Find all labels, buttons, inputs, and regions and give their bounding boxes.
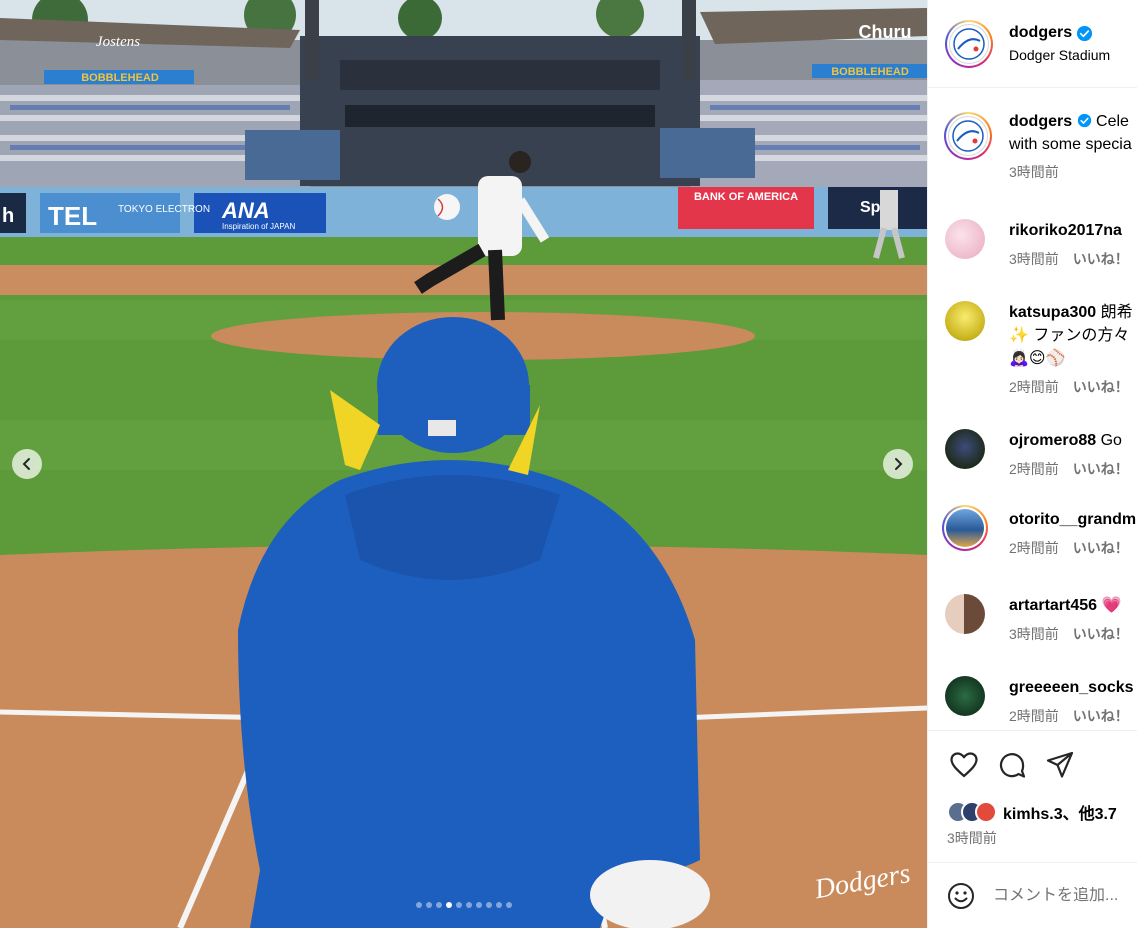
comment-like-button[interactable]: いいね！ [1073, 626, 1129, 642]
post-actions: kimhs.3、他3.7 3時間前 [928, 730, 1137, 862]
carousel-dot [495, 902, 502, 908]
chevron-right-icon [895, 458, 903, 470]
commenter-avatar[interactable] [945, 429, 985, 469]
paper-plane-icon [1046, 751, 1074, 778]
comment-item: katsupa300 朗希 ✨ ファンの方々 🙇🏻‍♀️😊⚾ 2時間前 いいね！ [945, 301, 1133, 399]
sports-sign: Sp [860, 199, 881, 216]
carousel-dot [455, 902, 462, 908]
carousel-dot [485, 902, 492, 908]
comment-text-line2: ✨ ファンの方々 [1009, 327, 1130, 344]
comment-text-line3: 🙇🏻‍♀️😊⚾ [1009, 350, 1066, 367]
jostens-sign: Jostens [96, 34, 140, 50]
comment-time[interactable]: 2時間前 [1009, 708, 1059, 724]
comment-like-button[interactable]: いいね！ [1073, 461, 1129, 477]
comment-item: ojromero88 Go 2時間前 いいね！ [945, 429, 1129, 481]
add-comment-bar [928, 862, 1137, 928]
post-header: dodgers Dodger Stadium [928, 0, 1137, 88]
caption-text: Cele [1096, 113, 1129, 130]
comment-item: otorito__grandm 2時間前 いいね！ [942, 505, 1136, 560]
comment-username[interactable]: artartart456 [1009, 597, 1097, 614]
comment-item: greeeeen_socks 2時間前 いいね！ [945, 676, 1134, 728]
carousel-dot [505, 902, 512, 908]
caption-text-line2: with some specia [1009, 136, 1132, 153]
bobblehead-banner-left: BOBBLEHEAD [81, 72, 159, 84]
carousel-dot [415, 902, 422, 908]
carousel-prev-button[interactable] [12, 449, 42, 479]
tokyo-electron-sign: TOKYO ELECTRON [118, 204, 210, 215]
comment-username[interactable]: greeeeen_socks [1009, 679, 1134, 696]
comment-time[interactable]: 3時間前 [1009, 626, 1059, 642]
left-edge-sign-text: h [2, 205, 14, 227]
comment-like-button[interactable]: いいね！ [1073, 379, 1129, 395]
commenter-avatar[interactable] [945, 301, 985, 341]
commenter-avatar[interactable] [945, 594, 985, 634]
comment-time[interactable]: 3時間前 [1009, 251, 1059, 267]
comment-text: Go [1100, 432, 1122, 449]
avatar[interactable] [945, 19, 993, 68]
carousel-dot [435, 902, 442, 908]
dodgers-logo-icon [952, 120, 984, 152]
verified-badge-icon [1077, 25, 1093, 41]
carousel-dot [465, 902, 472, 908]
speech-bubble-icon [999, 753, 1026, 778]
heart-icon [950, 752, 978, 778]
like-button[interactable] [947, 748, 981, 782]
post-username[interactable]: dodgers [1009, 24, 1072, 42]
post-photo: Jostens BOBBLEHEAD BOBBLEHEAD Churu h TE… [0, 0, 927, 928]
carousel-indicator [0, 902, 927, 908]
comment-button[interactable] [995, 748, 1029, 782]
comment-time[interactable]: 2時間前 [1009, 461, 1059, 477]
carousel-dot-active [445, 902, 452, 908]
ana-tagline: Inspiration of JAPAN [222, 222, 295, 231]
emoji-button[interactable] [947, 879, 975, 913]
bank-of-america-sign: BANK OF AMERICA [694, 191, 798, 203]
comment-like-button[interactable]: いいね！ [1073, 540, 1129, 556]
tel-sign: TEL [48, 201, 97, 231]
caption-username[interactable]: dodgers [1009, 113, 1072, 130]
post-location[interactable]: Dodger Stadium [1009, 47, 1110, 63]
commenter-avatar[interactable] [945, 219, 985, 259]
comments-list[interactable]: dodgers Cele with some specia 3時間前 rikor… [928, 88, 1137, 730]
comment-time[interactable]: 2時間前 [1009, 379, 1059, 395]
comment-username[interactable]: rikoriko2017na [1009, 222, 1122, 239]
comment-like-button[interactable]: いいね！ [1073, 708, 1129, 724]
comment-username[interactable]: katsupa300 [1009, 304, 1096, 321]
comment-time[interactable]: 2時間前 [1009, 540, 1059, 556]
comment-input[interactable] [993, 886, 1137, 905]
chevron-left-icon [22, 458, 30, 470]
ana-sign: ANA [221, 198, 270, 223]
likes-text[interactable]: kimhs.3、他3.7 [1003, 800, 1117, 824]
comment-username[interactable]: ojromero88 [1009, 432, 1096, 449]
churu-sign: Churu [859, 22, 912, 42]
commenter-avatar[interactable] [945, 676, 985, 716]
caption: dodgers Cele with some specia 3時間前 [944, 110, 1132, 184]
caption-time[interactable]: 3時間前 [1009, 164, 1059, 180]
smiley-icon [948, 882, 974, 909]
comment-like-button[interactable]: いいね！ [1073, 251, 1129, 267]
post-timestamp[interactable]: 3時間前 [947, 828, 997, 848]
comment-username[interactable]: otorito__grandm [1009, 511, 1136, 528]
dodgers-logo-icon [953, 27, 985, 60]
caption-avatar[interactable] [944, 112, 992, 160]
post-side-panel: dodgers Dodger Stadium dodgers Cele with… [927, 0, 1137, 928]
carousel-dot [475, 902, 482, 908]
commenter-avatar[interactable] [942, 505, 988, 551]
comment-item: rikoriko2017na 3時間前 いいね！ [945, 219, 1129, 271]
share-button[interactable] [1043, 748, 1077, 782]
carousel-next-button[interactable] [883, 449, 913, 479]
likes-summary[interactable]: kimhs.3、他3.7 [947, 800, 1117, 824]
comment-text: 💗 [1101, 597, 1122, 614]
comment-text: 朗希 [1100, 304, 1133, 321]
comment-item: artartart456 💗 3時間前 いいね！ [945, 594, 1129, 646]
liker-avatar [975, 801, 997, 823]
post-media[interactable]: Jostens BOBBLEHEAD BOBBLEHEAD Churu h TE… [0, 0, 927, 928]
bobblehead-banner-right: BOBBLEHEAD [831, 66, 909, 78]
verified-badge-icon [1077, 113, 1091, 128]
carousel-dot [425, 902, 432, 908]
